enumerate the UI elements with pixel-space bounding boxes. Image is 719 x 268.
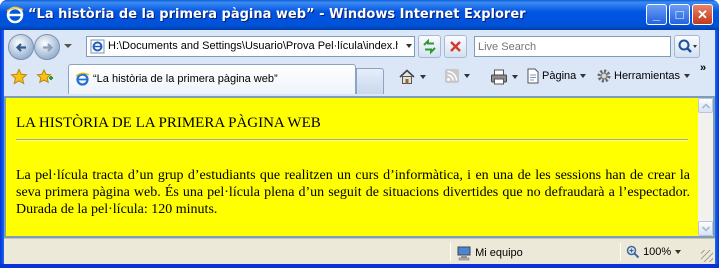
page-dropdown-caret [580, 74, 587, 78]
heading-divider [16, 139, 688, 141]
ie-page-icon [75, 72, 90, 86]
status-separator [620, 243, 621, 261]
forward-arrow-icon [43, 43, 54, 52]
stop-icon [450, 41, 461, 52]
address-url: H:\Documents and Settings\Usuario\Prova … [108, 40, 398, 52]
page-paragraph: La pel·lícula tracta d’un grup d’estudia… [16, 168, 690, 217]
page-menu[interactable]: Pàgina [526, 68, 587, 88]
maximize-button[interactable]: □ [669, 4, 690, 25]
security-zone[interactable]: Mi equipo [456, 245, 523, 261]
minimize-button[interactable]: _ [646, 4, 667, 25]
ie-icon [6, 6, 24, 24]
search-button[interactable] [674, 35, 700, 58]
add-favorites-icon[interactable] [36, 68, 54, 86]
print-icon [491, 69, 507, 85]
tools-dropdown-caret [684, 74, 691, 78]
window-frame-bottom [0, 264, 719, 268]
refresh-icon [423, 38, 436, 55]
recent-pages-dropdown[interactable] [64, 44, 72, 48]
forward-button[interactable] [34, 34, 60, 60]
new-tab-button[interactable] [356, 68, 384, 94]
computer-icon [457, 246, 471, 261]
title-bar[interactable]: “La història de la primera pàgina web” -… [0, 0, 719, 30]
address-bar[interactable]: H:\Documents and Settings\Usuario\Prova … [86, 36, 415, 57]
back-arrow-icon [15, 43, 26, 52]
resize-grip[interactable] [701, 250, 713, 262]
status-separator [450, 243, 451, 261]
page-menu-label: Pàgina [542, 70, 577, 82]
address-dropdown[interactable] [406, 44, 412, 48]
tab-active[interactable]: “La història de la primera pàgina web” [68, 64, 356, 94]
search-input[interactable] [475, 37, 665, 56]
window-title: “La història de la primera pàgina web” -… [28, 7, 526, 22]
search-box[interactable] [474, 36, 671, 57]
stop-button[interactable] [444, 35, 467, 58]
home-button[interactable] [398, 68, 426, 88]
scroll-down-button[interactable] [698, 221, 713, 236]
tools-menu[interactable]: Herramientas [596, 68, 691, 88]
security-zone-label: Mi equipo [475, 246, 523, 259]
page-ie-icon [90, 39, 105, 54]
print-dropdown-caret[interactable] [512, 75, 518, 79]
feeds-icon [445, 69, 459, 83]
back-button[interactable] [8, 34, 34, 60]
home-dropdown-caret[interactable] [420, 75, 426, 79]
status-bar: Mi equipo 100% [4, 238, 715, 264]
feeds-dropdown-caret[interactable] [464, 74, 470, 78]
refresh-button[interactable] [418, 35, 441, 58]
feeds-button[interactable] [444, 68, 470, 88]
chevron-up-icon [702, 103, 710, 109]
browser-toolbar: H:\Documents and Settings\Usuario\Prova … [4, 30, 715, 96]
scroll-up-button[interactable] [698, 98, 713, 113]
zoom-level: 100% [643, 245, 672, 258]
more-commands-button[interactable]: » [700, 62, 706, 82]
tab-label: “La història de la primera pàgina web” [93, 73, 278, 85]
web-page: LA HISTÒRIA DE LA PRIMERA PÀGINA WEB La … [6, 98, 698, 236]
tools-menu-label: Herramientas [614, 70, 681, 82]
zoom-icon [626, 245, 640, 259]
close-button[interactable]: ✕ [692, 4, 713, 25]
chevron-down-icon [702, 226, 710, 232]
page-heading: LA HISTÒRIA DE LA PRIMERA PÀGINA WEB [16, 115, 321, 131]
ie-window: “La història de la primera pàgina web” -… [0, 0, 719, 268]
zoom-dropdown-caret [675, 250, 682, 254]
favorites-star-icon[interactable] [10, 68, 28, 86]
window-frame-right [715, 30, 719, 268]
zoom-control[interactable]: 100% [626, 245, 682, 259]
home-icon [399, 69, 415, 84]
print-button[interactable] [490, 68, 518, 88]
search-icon [678, 39, 697, 53]
tools-gear-icon [597, 69, 611, 83]
page-icon [527, 68, 539, 84]
content-viewport: LA HISTÒRIA DE LA PRIMERA PÀGINA WEB La … [4, 96, 715, 238]
vertical-scrollbar[interactable] [698, 98, 713, 236]
